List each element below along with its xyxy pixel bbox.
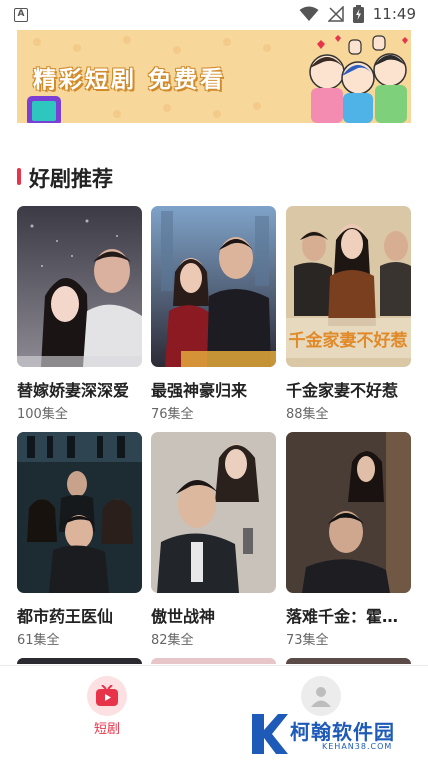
drama-poster[interactable] bbox=[151, 206, 276, 367]
drama-poster[interactable]: 千金家妻不好惹 bbox=[286, 206, 411, 367]
drama-poster[interactable] bbox=[286, 432, 411, 593]
poster-image bbox=[17, 206, 142, 367]
poster-caption: 千金家妻不好惹 bbox=[289, 330, 408, 351]
status-bar: A 11:49 bbox=[0, 0, 428, 30]
drama-title[interactable]: 最强神豪归来 bbox=[151, 377, 276, 401]
no-signal-icon bbox=[327, 6, 344, 22]
status-icons: 11:49 bbox=[299, 5, 416, 23]
battery-charging-icon bbox=[352, 5, 364, 23]
drama-episodes: 100集全 bbox=[17, 407, 68, 422]
drama-title[interactable]: 千金家妻不好惹 bbox=[286, 377, 411, 401]
clock: 11:49 bbox=[372, 5, 416, 23]
drama-card[interactable]: 落难千金：霍… 73集全 bbox=[286, 432, 411, 648]
drama-card[interactable]: 都市药王医仙 61集全 bbox=[17, 432, 142, 648]
poster-image: 千金家妻不好惹 bbox=[286, 206, 411, 367]
section-title: 好剧推荐 bbox=[29, 167, 113, 191]
watermark-name: 柯翰软件园 bbox=[290, 720, 395, 744]
drama-card[interactable]: 傲世战神 82集全 bbox=[151, 432, 276, 648]
drama-card[interactable]: 替嫁娇妻深深爱 100集全 bbox=[17, 206, 142, 422]
watermark: 柯翰软件园 KEHAN38.COM bbox=[248, 712, 418, 756]
drama-title[interactable]: 都市药王医仙 bbox=[17, 603, 142, 627]
watermark-logo-icon bbox=[252, 714, 288, 754]
play-tv-icon bbox=[87, 676, 127, 716]
wifi-icon bbox=[299, 6, 319, 21]
drama-poster[interactable] bbox=[151, 432, 276, 593]
drama-episodes: 61集全 bbox=[17, 633, 60, 648]
drama-title[interactable]: 落难千金：霍… bbox=[286, 603, 411, 627]
drama-episodes: 73集全 bbox=[286, 633, 329, 648]
drama-card[interactable]: 千金家妻不好惹 千金家妻不好惹 88集全 bbox=[286, 206, 411, 422]
user-icon bbox=[301, 676, 341, 716]
drama-episodes: 82集全 bbox=[151, 633, 194, 648]
drama-poster-partial[interactable] bbox=[151, 658, 276, 664]
drama-title[interactable]: 替嫁娇妻深深爱 bbox=[17, 377, 142, 401]
promo-banner[interactable]: 精彩短剧 免费看 bbox=[17, 30, 411, 123]
tab-shorts[interactable]: 短剧 bbox=[77, 676, 137, 737]
drama-poster[interactable] bbox=[17, 432, 142, 593]
notification-a-icon: A bbox=[14, 8, 28, 22]
poster-image bbox=[17, 432, 142, 593]
drama-episodes: 76集全 bbox=[151, 407, 194, 422]
poster-image bbox=[151, 206, 276, 367]
drama-poster-partial[interactable] bbox=[286, 658, 411, 664]
section-accent-bar bbox=[17, 168, 21, 185]
drama-episodes: 88集全 bbox=[286, 407, 329, 422]
tab-label: 短剧 bbox=[93, 722, 120, 737]
watermark-url: KEHAN38.COM bbox=[322, 742, 393, 751]
drama-title[interactable]: 傲世战神 bbox=[151, 603, 276, 627]
drama-card[interactable]: 最强神豪归来 76集全 bbox=[151, 206, 276, 422]
drama-poster[interactable] bbox=[17, 206, 142, 367]
drama-poster-partial[interactable] bbox=[17, 658, 142, 664]
banner-title: 精彩短剧 免费看 bbox=[33, 67, 227, 93]
poster-image bbox=[151, 432, 276, 593]
poster-image bbox=[286, 432, 411, 593]
